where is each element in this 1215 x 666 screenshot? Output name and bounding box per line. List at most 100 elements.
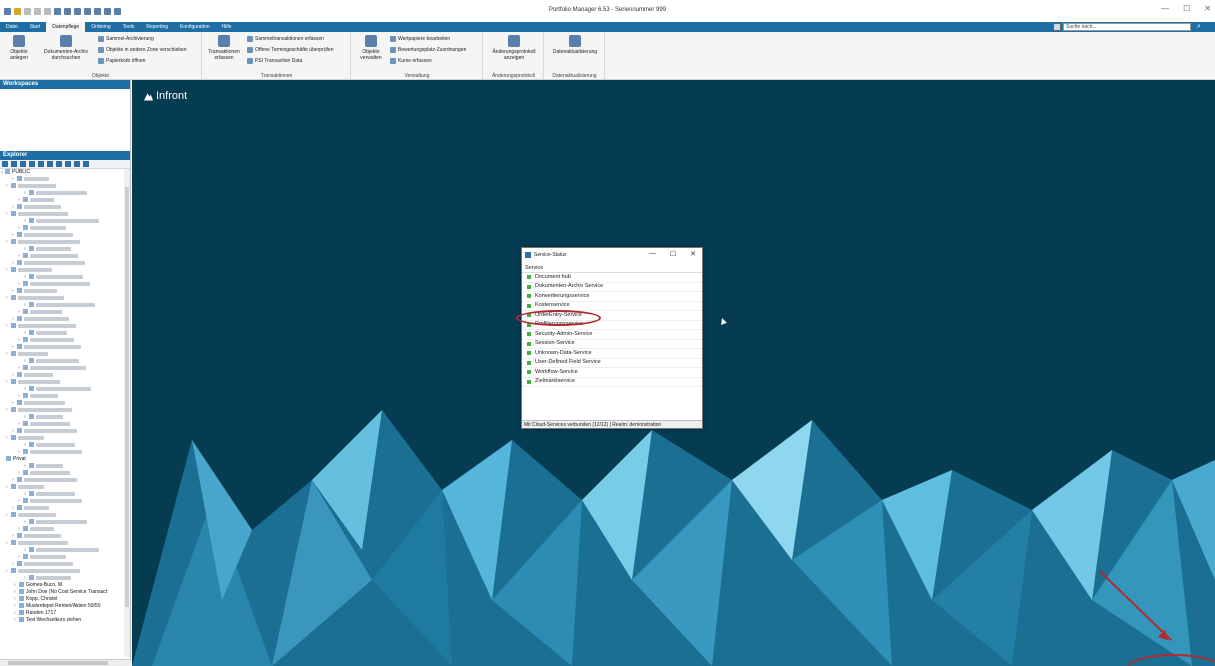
tab-konfiguration[interactable]: Konfiguration bbox=[174, 22, 215, 32]
tree-item-obscured[interactable]: › bbox=[0, 211, 130, 218]
tree-item-obscured[interactable]: › bbox=[0, 463, 130, 470]
minimize-button[interactable]: — bbox=[1161, 4, 1169, 13]
papierkorb-button[interactable]: Papierkorb öffnen bbox=[98, 58, 145, 64]
cut-icon[interactable] bbox=[47, 161, 53, 167]
tree-item-obscured[interactable]: › bbox=[0, 533, 130, 540]
tree-item-obscured[interactable]: › bbox=[0, 351, 130, 358]
list-view-icon[interactable] bbox=[11, 161, 17, 167]
tree-item-obscured[interactable]: › bbox=[0, 575, 130, 582]
search-scope-icon[interactable] bbox=[1053, 23, 1061, 31]
tree-item[interactable]: › Test Wechselkurs ziehen bbox=[0, 617, 130, 624]
book-icon[interactable] bbox=[74, 7, 81, 15]
tree-item-obscured[interactable]: › bbox=[0, 302, 130, 309]
search-input[interactable]: Suche nach... bbox=[1063, 23, 1191, 31]
tree-item-obscured[interactable]: › bbox=[0, 414, 130, 421]
tree-item-obscured[interactable]: › bbox=[0, 253, 130, 260]
tree-root[interactable]: ⌄ PUBLIC bbox=[0, 169, 130, 176]
tree-item-obscured[interactable]: › bbox=[0, 176, 130, 183]
tree-item-obscured[interactable]: › bbox=[0, 470, 130, 477]
filter-icon[interactable] bbox=[20, 161, 26, 167]
forward-icon[interactable] bbox=[34, 7, 41, 15]
tree-item-obscured[interactable]: › bbox=[0, 442, 130, 449]
copy-icon[interactable] bbox=[65, 161, 71, 167]
tree-item-obscured[interactable]: › bbox=[0, 183, 130, 190]
table-icon[interactable] bbox=[74, 161, 80, 167]
tree-item[interactable]: › John Doe (No Cost Service Transact bbox=[0, 589, 130, 596]
bewertungsplatz-button[interactable]: Bewertungsplatz-Zuordnungen bbox=[390, 47, 466, 53]
tree-privat[interactable]: Privat bbox=[0, 456, 130, 463]
tree-item-obscured[interactable]: › bbox=[0, 400, 130, 407]
refresh-icon[interactable] bbox=[44, 7, 51, 15]
termingeschaefte-button[interactable]: Offene Termingeschäfte überprüfen bbox=[247, 47, 333, 53]
tree-item-obscured[interactable]: › bbox=[0, 428, 130, 435]
tree-item-obscured[interactable]: › bbox=[0, 407, 130, 414]
binoculars-icon[interactable] bbox=[83, 161, 89, 167]
service-row[interactable]: Zielmarktservice bbox=[522, 378, 702, 387]
tree-item-obscured[interactable]: › bbox=[0, 225, 130, 232]
tree-item-obscured[interactable]: › bbox=[0, 316, 130, 323]
tree-item-obscured[interactable]: › bbox=[0, 547, 130, 554]
aenderungsprotokoll-button[interactable]: Änderungsprotokoll anzeigen bbox=[486, 35, 542, 61]
tab-hilfe[interactable]: Hilfe bbox=[216, 22, 238, 32]
tree-item-obscured[interactable]: › bbox=[0, 204, 130, 211]
tree-item-obscured[interactable]: › bbox=[0, 491, 130, 498]
scrollbar-thumb[interactable] bbox=[8, 661, 108, 665]
tree-item-obscured[interactable]: › bbox=[0, 267, 130, 274]
kurse-erfassen-button[interactable]: Kurse erfassen bbox=[390, 58, 432, 64]
tree-horizontal-scrollbar[interactable] bbox=[0, 659, 131, 666]
psi-transaction-button[interactable]: PSI Transaction Data bbox=[247, 58, 302, 64]
service-column-header[interactable]: Service bbox=[522, 261, 702, 273]
tree-item-obscured[interactable]: › bbox=[0, 421, 130, 428]
back-icon[interactable] bbox=[24, 7, 31, 15]
tree-vertical-scrollbar[interactable] bbox=[124, 169, 130, 657]
tab-datei[interactable]: Datei bbox=[0, 22, 24, 32]
tree-item-obscured[interactable]: › bbox=[0, 449, 130, 456]
dokumenten-archiv-button[interactable]: Dokumenten-Archiv durchsuchen bbox=[38, 35, 94, 61]
wertpapiere-button[interactable]: Wertpapiere bearbeiten bbox=[390, 36, 450, 42]
tree-item-obscured[interactable]: › bbox=[0, 197, 130, 204]
tree-item[interactable]: › Kopp, Christel bbox=[0, 596, 130, 603]
settings-icon[interactable] bbox=[114, 7, 121, 15]
tree-item-obscured[interactable]: › bbox=[0, 526, 130, 533]
tree-item-obscured[interactable]: › bbox=[0, 365, 130, 372]
tree-item-obscured[interactable]: › bbox=[0, 512, 130, 519]
tree-item-obscured[interactable]: › bbox=[0, 379, 130, 386]
zone-verschieben-button[interactable]: Objekte in andere Zone verschieben bbox=[98, 47, 187, 53]
tree-item-obscured[interactable]: › bbox=[0, 260, 130, 267]
search-icon[interactable] bbox=[38, 161, 44, 167]
tree-item-obscured[interactable]: › bbox=[0, 393, 130, 400]
sync-icon[interactable] bbox=[84, 7, 91, 15]
tree-item[interactable]: › Musterdepot Renten/Aktien 50/50 bbox=[0, 603, 130, 610]
tree-item-obscured[interactable]: › bbox=[0, 281, 130, 288]
grid-icon[interactable] bbox=[64, 7, 71, 15]
close-button[interactable]: ✕ bbox=[1204, 4, 1211, 13]
tree-item-obscured[interactable]: › bbox=[0, 274, 130, 281]
tree-item[interactable]: › Gomes-Buco, M. bbox=[0, 582, 130, 589]
tree-item-obscured[interactable]: › bbox=[0, 295, 130, 302]
tree-item-obscured[interactable]: › bbox=[0, 540, 130, 547]
tree-item-obscured[interactable]: › bbox=[0, 554, 130, 561]
tab-tools[interactable]: Tools bbox=[117, 22, 141, 32]
transaktionen-erfassen-button[interactable]: Transaktionen erfassen bbox=[206, 35, 242, 61]
tree-item-obscured[interactable]: › bbox=[0, 358, 130, 365]
objekte-anlegen-button[interactable]: Objekte anlegen bbox=[4, 35, 34, 61]
tree-item-obscured[interactable]: › bbox=[0, 330, 130, 337]
tree-item-obscured[interactable]: › bbox=[0, 505, 130, 512]
tree-item-obscured[interactable]: › bbox=[0, 246, 130, 253]
tree-item-obscured[interactable]: › bbox=[0, 232, 130, 239]
tree-item-obscured[interactable]: › bbox=[0, 519, 130, 526]
folder-icon[interactable] bbox=[29, 161, 35, 167]
tree-item-obscured[interactable]: › bbox=[0, 561, 130, 568]
tree-item-obscured[interactable]: › bbox=[0, 498, 130, 505]
sort-icon[interactable] bbox=[56, 161, 62, 167]
tree-item-obscured[interactable]: › bbox=[0, 309, 130, 316]
sammel-archivierung-button[interactable]: Sammel-Archivierung bbox=[98, 36, 154, 42]
tree-item-obscured[interactable]: › bbox=[0, 288, 130, 295]
tab-reporting[interactable]: Reporting bbox=[140, 22, 174, 32]
tree-item-obscured[interactable]: › bbox=[0, 218, 130, 225]
tree-item-obscured[interactable]: › bbox=[0, 344, 130, 351]
search-icon[interactable]: ⌕ bbox=[1197, 22, 1207, 32]
tree-item-obscured[interactable]: › bbox=[0, 386, 130, 393]
tab-datenpflege[interactable]: Datenpflege bbox=[46, 22, 86, 32]
tab-ordering[interactable]: Ordering bbox=[85, 22, 116, 32]
